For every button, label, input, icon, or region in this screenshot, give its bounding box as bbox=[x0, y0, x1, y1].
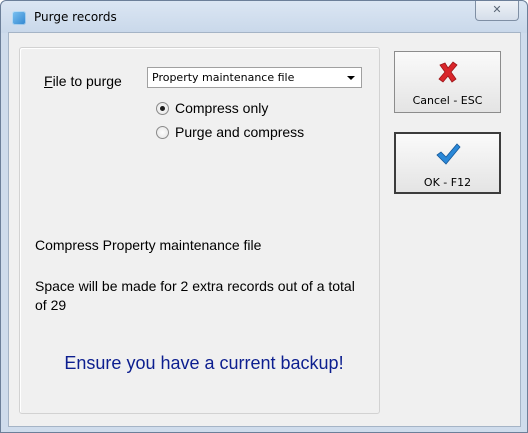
dialog-body: File to purge Property maintenance file … bbox=[8, 32, 521, 427]
cancel-button-label: Cancel - ESC bbox=[412, 94, 483, 107]
chevron-down-icon bbox=[347, 76, 355, 80]
action-description: Compress Property maintenance file bbox=[35, 237, 262, 253]
cancel-button[interactable]: Cancel - ESC bbox=[394, 51, 501, 113]
radio-button-checked[interactable] bbox=[156, 101, 169, 115]
backup-warning: Ensure you have a current backup! bbox=[64, 353, 344, 373]
file-label-text: ile to purge bbox=[52, 73, 122, 89]
app-icon bbox=[12, 11, 26, 25]
ok-button-label: OK - F12 bbox=[423, 176, 472, 189]
file-select-value: Property maintenance file bbox=[152, 71, 295, 84]
close-icon: ✕ bbox=[492, 3, 502, 16]
file-to-purge-label: File to purge bbox=[44, 73, 122, 89]
checkmark-icon bbox=[396, 142, 499, 168]
radio-label: Purge and compress bbox=[175, 124, 305, 140]
file-label-accelerator: F bbox=[44, 73, 53, 89]
radio-compress-only[interactable]: Compress only bbox=[156, 99, 268, 117]
title-bar[interactable]: Purge records ✕ bbox=[1, 1, 527, 33]
radio-button-unchecked[interactable] bbox=[156, 125, 169, 139]
radio-purge-and-compress[interactable]: Purge and compress bbox=[156, 123, 304, 141]
close-button[interactable]: ✕ bbox=[475, 1, 519, 21]
ok-button[interactable]: OK - F12 bbox=[394, 132, 501, 194]
dialog-window: Purge records ✕ File to purge Property m… bbox=[0, 0, 528, 433]
window-title: Purge records bbox=[34, 10, 117, 24]
radio-label: Compress only bbox=[175, 100, 269, 116]
file-select-dropdown[interactable]: Property maintenance file bbox=[147, 67, 362, 88]
red-x-icon bbox=[395, 60, 500, 86]
space-summary: Space will be made for 2 extra records o… bbox=[35, 278, 355, 313]
